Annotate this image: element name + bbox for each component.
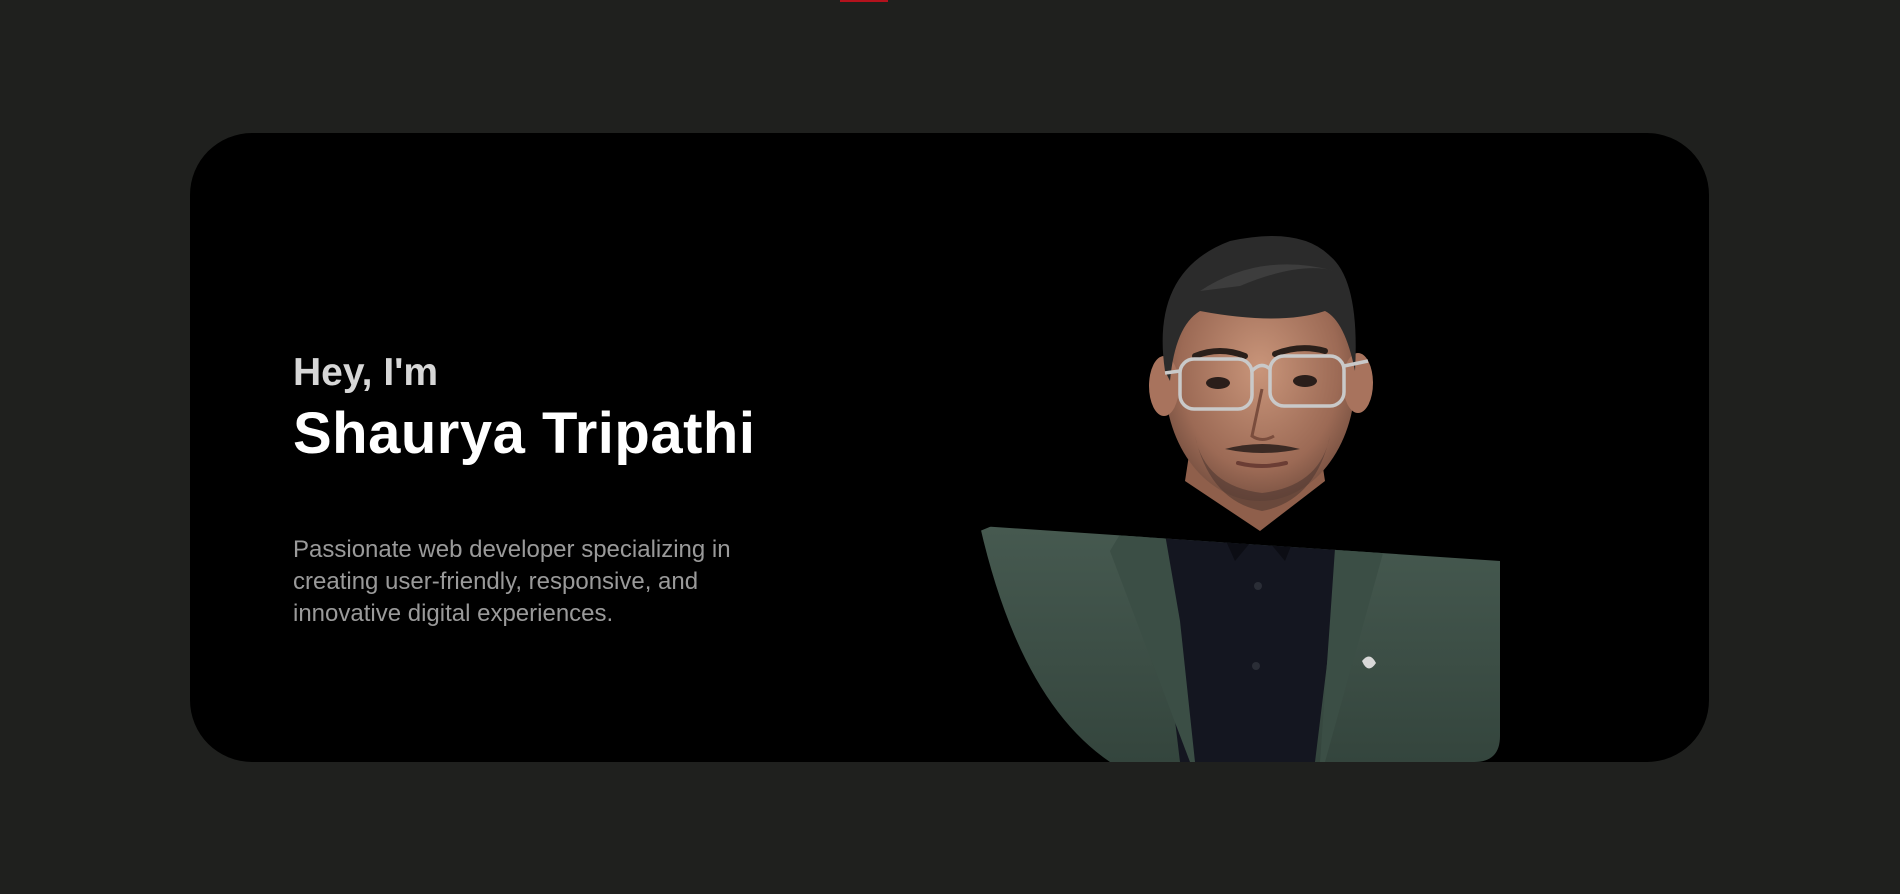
hero-name: Shaurya Tripathi [293,400,756,466]
hero-greeting: Hey, I'm [293,351,439,394]
profile-photo [980,236,1500,762]
hero-text-block: Hey, I'm Shaurya Tripathi Passionate web… [293,351,813,630]
hero-card: Hey, I'm Shaurya Tripathi Passionate web… [190,133,1709,762]
top-accent-indicator [840,0,888,2]
hero-bio: Passionate web developer specializing in… [293,535,731,627]
